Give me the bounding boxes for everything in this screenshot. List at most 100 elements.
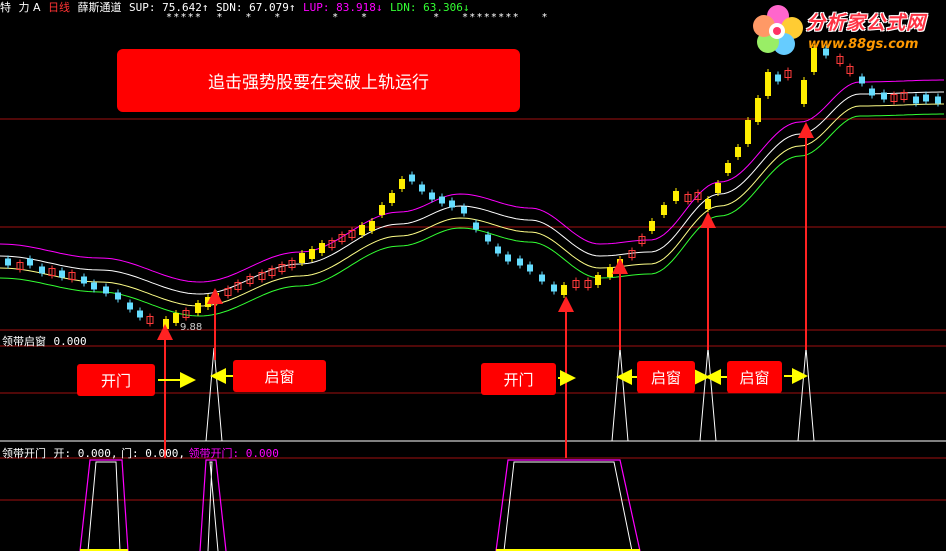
- panel3-title: 领带开门: [2, 447, 46, 460]
- candle-body: [539, 274, 545, 282]
- panel3-open: 开: 0.000,: [53, 447, 118, 460]
- panel2-value: 0.000: [53, 335, 87, 348]
- site-logo: 分析家公式网 www.88gs.com: [748, 2, 946, 56]
- window-pulse: [699, 347, 717, 442]
- candle-body: [495, 246, 501, 254]
- tag-window-1-text: 启窗: [264, 367, 295, 386]
- candle-body: [39, 266, 45, 274]
- candle-body: [115, 292, 121, 300]
- candle-body: [551, 284, 557, 292]
- door-pulse-inner: [503, 461, 633, 551]
- candle-body: [319, 243, 325, 253]
- candle-body: [913, 96, 919, 104]
- candle-body: [505, 254, 511, 262]
- candle-body: [473, 222, 479, 230]
- candle-body: [389, 193, 395, 203]
- panel3-door: 门: 0.000,: [120, 447, 185, 460]
- candle-body: [745, 120, 751, 144]
- candle-body: [359, 225, 365, 235]
- window-pulse: [205, 347, 223, 442]
- lower-band-line: [0, 103, 944, 307]
- door-pulse-outer: [199, 459, 227, 551]
- strategy-banner-text: 追击强势股要在突破上轨运行: [208, 73, 429, 93]
- candle-body: [91, 282, 97, 290]
- candle-body: [517, 258, 523, 266]
- candle-body: [705, 199, 711, 209]
- candle-body: [935, 96, 941, 104]
- channel-bands: [0, 79, 944, 317]
- candle-body: [595, 275, 601, 285]
- candle-body: [661, 205, 667, 215]
- candle-body: [195, 303, 201, 313]
- low-band-line: [0, 113, 944, 317]
- candle-body: [429, 192, 435, 200]
- candle-body: [923, 94, 929, 102]
- candle-body: [59, 270, 65, 278]
- candle-body: [5, 258, 11, 266]
- candle-body: [409, 174, 415, 182]
- candle-body: [775, 74, 781, 82]
- candle-body: [103, 286, 109, 294]
- tag-open-door-2: 开门: [481, 363, 556, 395]
- candle-body: [309, 249, 315, 259]
- candle-body: [137, 310, 143, 318]
- door-pulse-outer: [495, 459, 641, 551]
- window-pulse: [797, 347, 815, 442]
- tag-open-door-1-text: 开门: [100, 371, 131, 390]
- candle-body: [163, 319, 169, 329]
- panel3-label: 领带开门 开: 0.000, 门: 0.000, 领带开门: 0.000: [2, 447, 279, 460]
- panel2-title: 领带启窗: [2, 335, 46, 348]
- candle-body: [485, 234, 491, 242]
- candle-body: [27, 258, 33, 266]
- signal-arrows: [157, 122, 814, 458]
- tag-window-2: 启窗: [637, 361, 695, 393]
- chart-window[interactable]: 特 力 A 日线 薛斯通道 SUP: 75.642↑ SDN: 67.079↑ …: [0, 0, 946, 551]
- candle-body: [439, 196, 445, 204]
- candle-body: [205, 297, 211, 307]
- panel2-label: 领带启窗 0.000: [2, 335, 87, 348]
- candle-body: [127, 302, 133, 310]
- tag-window-3-text: 启窗: [739, 368, 770, 387]
- candle-body: [859, 76, 865, 84]
- door-pulse-outer: [79, 459, 129, 551]
- mid-band-line: [0, 91, 944, 295]
- price-low-label: 9.88: [180, 322, 203, 333]
- tag-window-2-text: 启窗: [650, 368, 681, 387]
- logo-url[interactable]: www.88gs.com: [808, 37, 918, 52]
- tag-open-door-2-text: 开门: [503, 370, 534, 389]
- door-pulse-inner: [87, 461, 121, 551]
- candle-body: [561, 285, 567, 295]
- candle-body: [461, 206, 467, 214]
- candle-body: [755, 98, 761, 122]
- candle-body: [449, 200, 455, 208]
- candle-body: [173, 313, 179, 323]
- panel3-tie-door: 领带开门: 0.000: [188, 447, 279, 460]
- tag-window-1: 启窗: [233, 360, 326, 392]
- candle-body: [673, 191, 679, 201]
- candle-body: [735, 147, 741, 157]
- flower-icon: [753, 5, 803, 55]
- door-pulse-inner: [207, 461, 219, 551]
- candle-body: [419, 184, 425, 192]
- chart-separators: [0, 118, 946, 501]
- candle-body: [607, 267, 613, 277]
- candle-body: [725, 163, 731, 173]
- tag-window-3: 启窗: [727, 361, 782, 393]
- strategy-banner: 追击强势股要在突破上轨运行: [117, 49, 520, 112]
- candle-body: [649, 221, 655, 231]
- candle-body: [527, 264, 533, 272]
- candle-body: [379, 205, 385, 215]
- candle-body: [81, 276, 87, 284]
- candle-body: [299, 253, 305, 263]
- logo-title: 分析家公式网: [806, 12, 927, 34]
- candle-body: [801, 80, 807, 104]
- window-pulse: [611, 347, 629, 442]
- candle-body: [715, 183, 721, 193]
- candle-body: [369, 221, 375, 231]
- door-pulses: [79, 459, 641, 551]
- candle-body: [869, 88, 875, 96]
- tag-open-door-1: 开门: [77, 364, 155, 396]
- candle-body: [881, 92, 887, 100]
- candle-body: [399, 179, 405, 189]
- candle-body: [765, 72, 771, 96]
